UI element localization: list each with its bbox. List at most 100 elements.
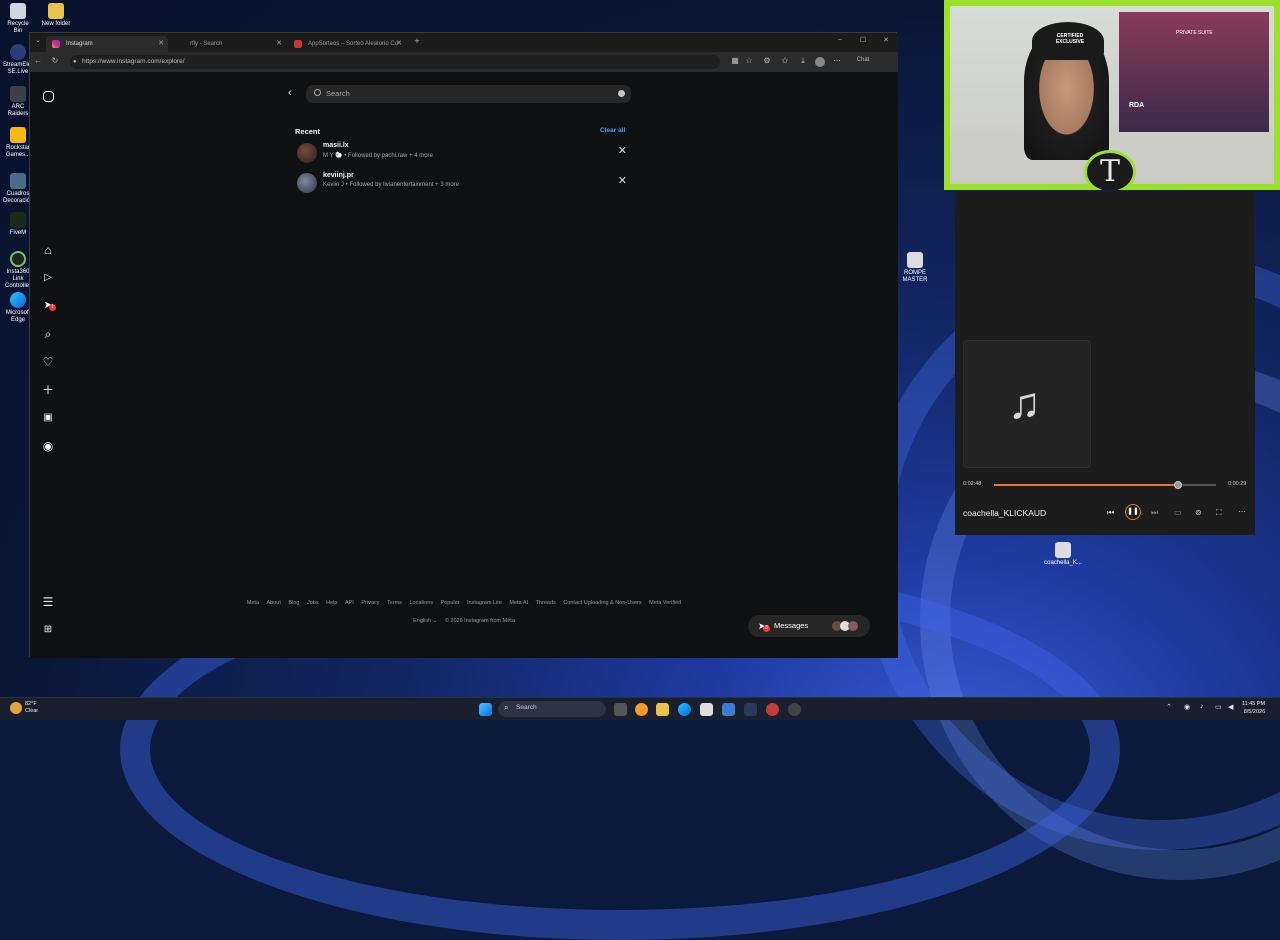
footer-link[interactable]: API xyxy=(345,600,354,606)
reels-icon[interactable]: ▷ xyxy=(41,271,55,285)
clear-all-button[interactable]: Clear all xyxy=(600,127,625,134)
tray-chevron-icon[interactable]: ⌃ xyxy=(1166,703,1172,711)
seek-handle[interactable] xyxy=(1174,481,1183,489)
footer-link[interactable]: Popular xyxy=(441,600,460,606)
close-window-icon[interactable]: ✕ xyxy=(881,36,891,44)
app-icon[interactable] xyxy=(722,703,735,716)
minimize-icon[interactable]: – xyxy=(835,36,845,43)
taskbar-search[interactable]: ⌕ Search xyxy=(498,701,606,717)
footer-link[interactable]: Meta Verified xyxy=(649,600,681,606)
app-icon[interactable] xyxy=(635,703,648,716)
copilot-chat-button[interactable]: Chat xyxy=(848,57,878,63)
desktop-icon-coachella[interactable]: coachella_K... xyxy=(1044,542,1082,567)
reader-icon[interactable]: ▦ xyxy=(730,56,740,65)
more-icon[interactable]: ⋯ xyxy=(832,56,842,65)
footer-link[interactable]: Privacy xyxy=(361,600,379,606)
store-icon[interactable] xyxy=(700,703,713,716)
search-icon[interactable]: ⌕ xyxy=(41,327,55,341)
media-player-icon[interactable] xyxy=(788,703,801,716)
footer-link[interactable]: Contact Uploading & Non-Users xyxy=(563,600,641,606)
seek-bar[interactable] xyxy=(994,481,1216,489)
clear-search-icon[interactable] xyxy=(618,90,625,97)
extensions-icon[interactable]: ⚙ xyxy=(762,56,772,65)
notifications-heart-icon[interactable]: ♡ xyxy=(41,355,55,369)
footer-link[interactable]: Meta xyxy=(247,600,259,606)
new-tab-icon[interactable]: + xyxy=(412,36,422,46)
tab-search[interactable]: rfly - Search ✕ xyxy=(170,36,286,52)
tab-actions-icon[interactable]: ⌄ xyxy=(33,36,43,44)
volume-icon[interactable]: ◀ xyxy=(1228,703,1233,711)
download-icon[interactable]: ⤓ xyxy=(798,56,808,66)
avatar xyxy=(297,173,317,193)
file-explorer-icon[interactable] xyxy=(656,703,669,716)
refresh-icon[interactable]: ↻ xyxy=(50,56,60,65)
footer-link[interactable]: Locations xyxy=(409,600,433,606)
next-icon[interactable]: ⏭ xyxy=(1151,508,1158,518)
language-select[interactable]: English xyxy=(413,618,431,624)
tray-app-icon[interactable]: ◉ xyxy=(1184,703,1190,711)
meta-ai-icon[interactable]: ◉ xyxy=(41,439,55,453)
close-tab-icon[interactable]: ✕ xyxy=(158,36,164,52)
close-tab-icon[interactable]: ✕ xyxy=(396,36,402,52)
remove-recent-icon[interactable]: ✕ xyxy=(618,174,627,187)
start-button-icon[interactable] xyxy=(479,703,492,716)
pause-button[interactable]: ❚❚ xyxy=(1125,504,1141,520)
clock[interactable]: 11:45 PM 8/5/2026 xyxy=(1242,700,1265,716)
recent-heading: Recent xyxy=(295,127,321,136)
messages-button[interactable]: ➤ 3 Messages xyxy=(748,615,870,637)
fivem-icon xyxy=(10,212,26,228)
desktop-icon-recycle-bin[interactable]: Recycle Bin xyxy=(3,3,33,35)
direct-icon[interactable]: ➤ 1 xyxy=(41,299,56,313)
microphone-icon[interactable]: ♪ xyxy=(1200,703,1204,710)
dashboard-icon[interactable]: ▣ xyxy=(41,411,55,425)
album-art-placeholder: ♫ xyxy=(963,340,1091,468)
footer-link[interactable]: About xyxy=(267,600,281,606)
back-icon[interactable]: ← xyxy=(33,56,43,65)
tab-appsorteos[interactable]: AppSorteos – Sorteo Aleatorio Co ✕ xyxy=(288,36,406,52)
recent-search-item[interactable]: keviinj.pr Keviin J • Followed by livian… xyxy=(295,171,635,195)
favorite-icon[interactable]: ☆ xyxy=(744,56,754,65)
task-view-icon[interactable] xyxy=(614,703,627,716)
footer-link[interactable]: Help xyxy=(326,600,337,606)
footer-link[interactable]: Meta AI xyxy=(509,600,528,606)
audio-file-icon xyxy=(1055,542,1071,558)
notification-badge: 1 xyxy=(49,304,56,311)
weather-icon[interactable] xyxy=(10,702,22,714)
back-arrow-icon[interactable]: ‹ xyxy=(288,87,292,99)
previous-icon[interactable]: ⏮ xyxy=(1107,508,1114,518)
footer-link[interactable]: Blog xyxy=(288,600,299,606)
also-from-meta-icon[interactable]: ⊞ xyxy=(41,623,55,637)
close-tab-icon[interactable]: ✕ xyxy=(276,36,282,52)
steam-icon[interactable] xyxy=(744,703,757,716)
instagram-logo-icon[interactable] xyxy=(43,91,54,102)
cast-icon[interactable]: ⊚ xyxy=(1195,508,1202,517)
desktop-icon-rompe-master[interactable]: ROMPE MASTER xyxy=(899,252,931,284)
footer-link[interactable]: Jobs xyxy=(307,600,319,606)
edge-icon[interactable] xyxy=(678,703,691,716)
more-options-icon[interactable]: ⋯ xyxy=(1238,507,1246,516)
favorites-icon[interactable]: ✩ xyxy=(780,56,790,65)
search-input[interactable]: Search xyxy=(306,85,631,103)
app-icon[interactable] xyxy=(766,703,779,716)
profile-avatar-icon[interactable] xyxy=(815,57,825,67)
miniplayer-icon[interactable]: ▭ xyxy=(1174,508,1182,517)
footer-link[interactable]: Terms xyxy=(387,600,402,606)
instagram-page: ⌂ ▷ ➤ 1 ⌕ ♡ ＋ ▣ ◉ ☰ ⊞ ‹ Search Recent Cl… xyxy=(30,72,898,658)
home-icon[interactable]: ⌂ xyxy=(41,243,55,257)
desktop-icon-new-folder[interactable]: New folder xyxy=(40,3,72,28)
footer-link[interactable]: Instagram Lite xyxy=(467,600,502,606)
url-field[interactable]: ● https://www.instagram.com/explore/ xyxy=(70,55,720,69)
display-icon[interactable]: ▭ xyxy=(1215,703,1222,711)
fullscreen-icon[interactable]: ⛶ xyxy=(1216,508,1222,518)
tab-instagram[interactable]: Instagram ✕ xyxy=(46,36,168,52)
footer-link[interactable]: Threads xyxy=(536,600,556,606)
recycle-bin-icon xyxy=(10,3,26,19)
total-time: 0:00:29 xyxy=(1228,481,1247,487)
remove-recent-icon[interactable]: ✕ xyxy=(618,144,627,157)
folder-icon xyxy=(48,3,64,19)
recent-search-item[interactable]: masii.lx M Y 🐑 • Followed by pachi.raw +… xyxy=(295,141,635,165)
taskbar: 82°F Clear ⌕ Search ⌃ ◉ ♪ ▭ ◀ 11:45 PM 8… xyxy=(0,697,1280,720)
create-icon[interactable]: ＋ xyxy=(41,383,55,397)
weather-widget[interactable]: 82°F Clear xyxy=(25,701,38,715)
maximize-icon[interactable]: ☐ xyxy=(858,36,868,44)
